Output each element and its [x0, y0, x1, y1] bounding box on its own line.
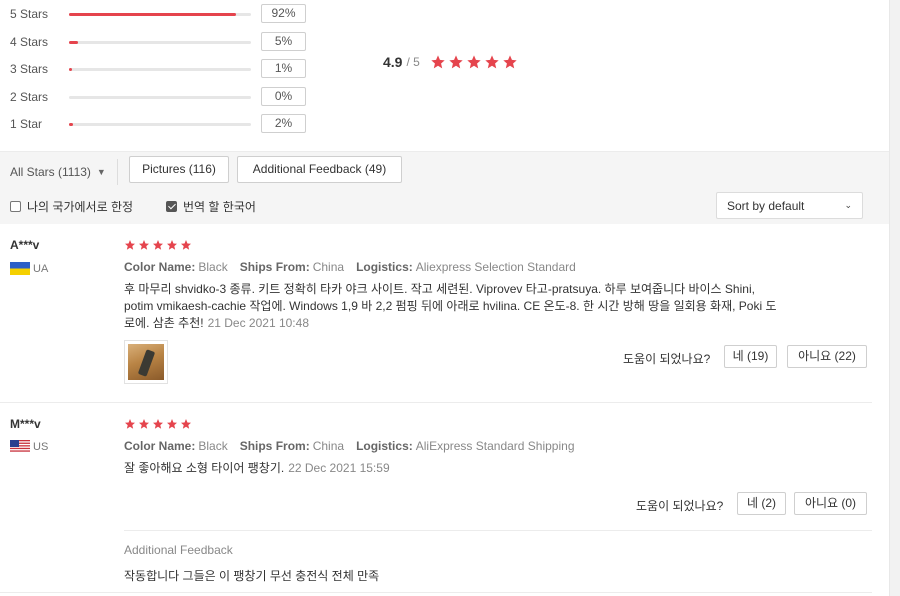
- rating-label: 2 Stars: [10, 90, 49, 104]
- helpful-question: 도움이 되었나요?: [636, 499, 724, 513]
- review-username: M***v: [10, 417, 41, 431]
- rating-bar: [69, 96, 251, 99]
- star-icon: [139, 419, 149, 429]
- rating-label: 5 Stars: [10, 7, 49, 21]
- star-icon: [467, 55, 481, 69]
- checkbox-icon[interactable]: [10, 201, 21, 212]
- review-meta: Color Name: Black Ships From: China Logistic…: [124, 260, 576, 274]
- additional-feedback-label: Additional Feedback: [124, 543, 233, 557]
- chevron-down-icon: ⌄: [844, 200, 852, 210]
- review-stars: [124, 418, 192, 430]
- rating-percent: 1%: [261, 59, 306, 78]
- rating-percent: 0%: [261, 87, 306, 106]
- review-text: 잘 좋아해요 소형 타이어 팽창기.: [124, 461, 285, 475]
- feedback-divider: [124, 530, 872, 531]
- pictures-filter-button[interactable]: Pictures (116): [129, 156, 229, 183]
- overall-out-of: / 5: [406, 55, 420, 69]
- color-name-value: Black: [198, 260, 228, 274]
- star-icon: [431, 55, 445, 69]
- sort-select-value: Sort by default: [727, 198, 805, 213]
- review-country: US: [10, 440, 48, 453]
- review-country-code: UA: [33, 262, 49, 275]
- helpful-no-button[interactable]: 아니요 (22): [787, 345, 867, 368]
- all-stars-label: All Stars (1113): [10, 165, 91, 179]
- star-icon: [503, 55, 517, 69]
- ukraine-flag-icon: [10, 262, 30, 275]
- star-icon: [139, 240, 149, 250]
- rating-row-5[interactable]: 5 Stars 92%: [10, 4, 306, 24]
- star-icon: [449, 55, 463, 69]
- additional-feedback-filter-button[interactable]: Additional Feedback (49): [237, 156, 402, 183]
- logistics-value: AliExpress Standard Shipping: [415, 439, 575, 453]
- review-username: A***v: [10, 238, 40, 252]
- rating-label: 4 Stars: [10, 35, 49, 49]
- rating-row-3[interactable]: 3 Stars 1%: [10, 59, 306, 79]
- divider: [117, 159, 118, 185]
- review-stars: [124, 239, 192, 251]
- review-country-code: US: [33, 440, 49, 453]
- star-icon: [485, 55, 499, 69]
- rating-percent: 92%: [261, 4, 306, 23]
- star-icon: [167, 240, 177, 250]
- sort-select[interactable]: Sort by default ⌄: [716, 192, 863, 219]
- ships-from-label: Ships From:: [239, 439, 310, 453]
- rating-percent: 2%: [261, 114, 306, 133]
- helpful-no-button[interactable]: 아니요 (0): [794, 492, 867, 515]
- color-name-value: Black: [198, 439, 228, 453]
- rating-label: 3 Stars: [10, 62, 49, 76]
- star-icon: [153, 419, 163, 429]
- product-photo: [128, 344, 164, 380]
- review-divider: [0, 592, 872, 593]
- logistics-label: Logistics:: [356, 260, 413, 274]
- overall-stars: [430, 54, 518, 70]
- my-country-only-checkbox[interactable]: 나의 국가에서로 한정: [10, 198, 133, 215]
- rating-label: 1 Star: [10, 117, 43, 131]
- review-divider: [0, 402, 872, 403]
- review-date: 21 Dec 2021 10:48: [207, 316, 309, 330]
- helpful-yes-button[interactable]: 네 (19): [724, 345, 777, 368]
- rating-bar: [69, 41, 251, 44]
- overall-score: 4.9: [383, 54, 403, 70]
- rating-bar: [69, 68, 251, 71]
- star-icon: [181, 419, 191, 429]
- logistics-label: Logistics:: [356, 439, 413, 453]
- review-content: 후 마무리 shvidko-3 종류. 키트 정확히 타카 야크 사이트. 작고…: [124, 281, 784, 332]
- rating-bar: [69, 13, 251, 16]
- rating-bar: [69, 123, 251, 126]
- review-content: 잘 좋아해요 소형 타이어 팽창기. 22 Dec 2021 15:59: [124, 460, 784, 477]
- ships-from-value: China: [312, 439, 345, 453]
- chevron-down-icon: ▼: [96, 167, 106, 177]
- us-flag-icon: [10, 440, 30, 453]
- all-stars-dropdown[interactable]: All Stars (1113) ▼: [10, 165, 106, 179]
- helpful-yes-button[interactable]: 네 (2): [737, 492, 786, 515]
- rating-row-1[interactable]: 1 Star 2%: [10, 114, 306, 134]
- helpful-question: 도움이 되었나요?: [623, 352, 711, 366]
- color-name-label: Color Name:: [124, 260, 196, 274]
- star-icon: [167, 419, 177, 429]
- review-photo-thumbnail[interactable]: [124, 340, 168, 384]
- ships-from-label: Ships From:: [239, 260, 310, 274]
- scrollbar[interactable]: [889, 0, 900, 596]
- rating-percent: 5%: [261, 32, 306, 51]
- additional-feedback-text: 작동합니다 그들은 이 팽창기 무선 충전식 전체 만족: [124, 569, 380, 583]
- review-meta: Color Name: Black Ships From: China Logistic…: [124, 439, 575, 453]
- star-icon: [125, 240, 135, 250]
- review-date: 22 Dec 2021 15:59: [288, 461, 390, 475]
- star-icon: [181, 240, 191, 250]
- translate-korean-label: 번역 할 한국어: [183, 200, 256, 214]
- star-icon: [125, 419, 135, 429]
- color-name-label: Color Name:: [124, 439, 196, 453]
- my-country-only-label: 나의 국가에서로 한정: [27, 200, 134, 214]
- logistics-value: Aliexpress Selection Standard: [415, 260, 576, 274]
- ships-from-value: China: [312, 260, 345, 274]
- rating-row-2[interactable]: 2 Stars 0%: [10, 87, 306, 107]
- star-icon: [153, 240, 163, 250]
- review-country: UA: [10, 262, 48, 275]
- rating-row-4[interactable]: 4 Stars 5%: [10, 32, 306, 52]
- translate-korean-checkbox[interactable]: 번역 할 한국어: [166, 198, 256, 215]
- overall-rating: 4.9 / 5: [383, 54, 518, 70]
- checkbox-checked-icon[interactable]: [166, 201, 177, 212]
